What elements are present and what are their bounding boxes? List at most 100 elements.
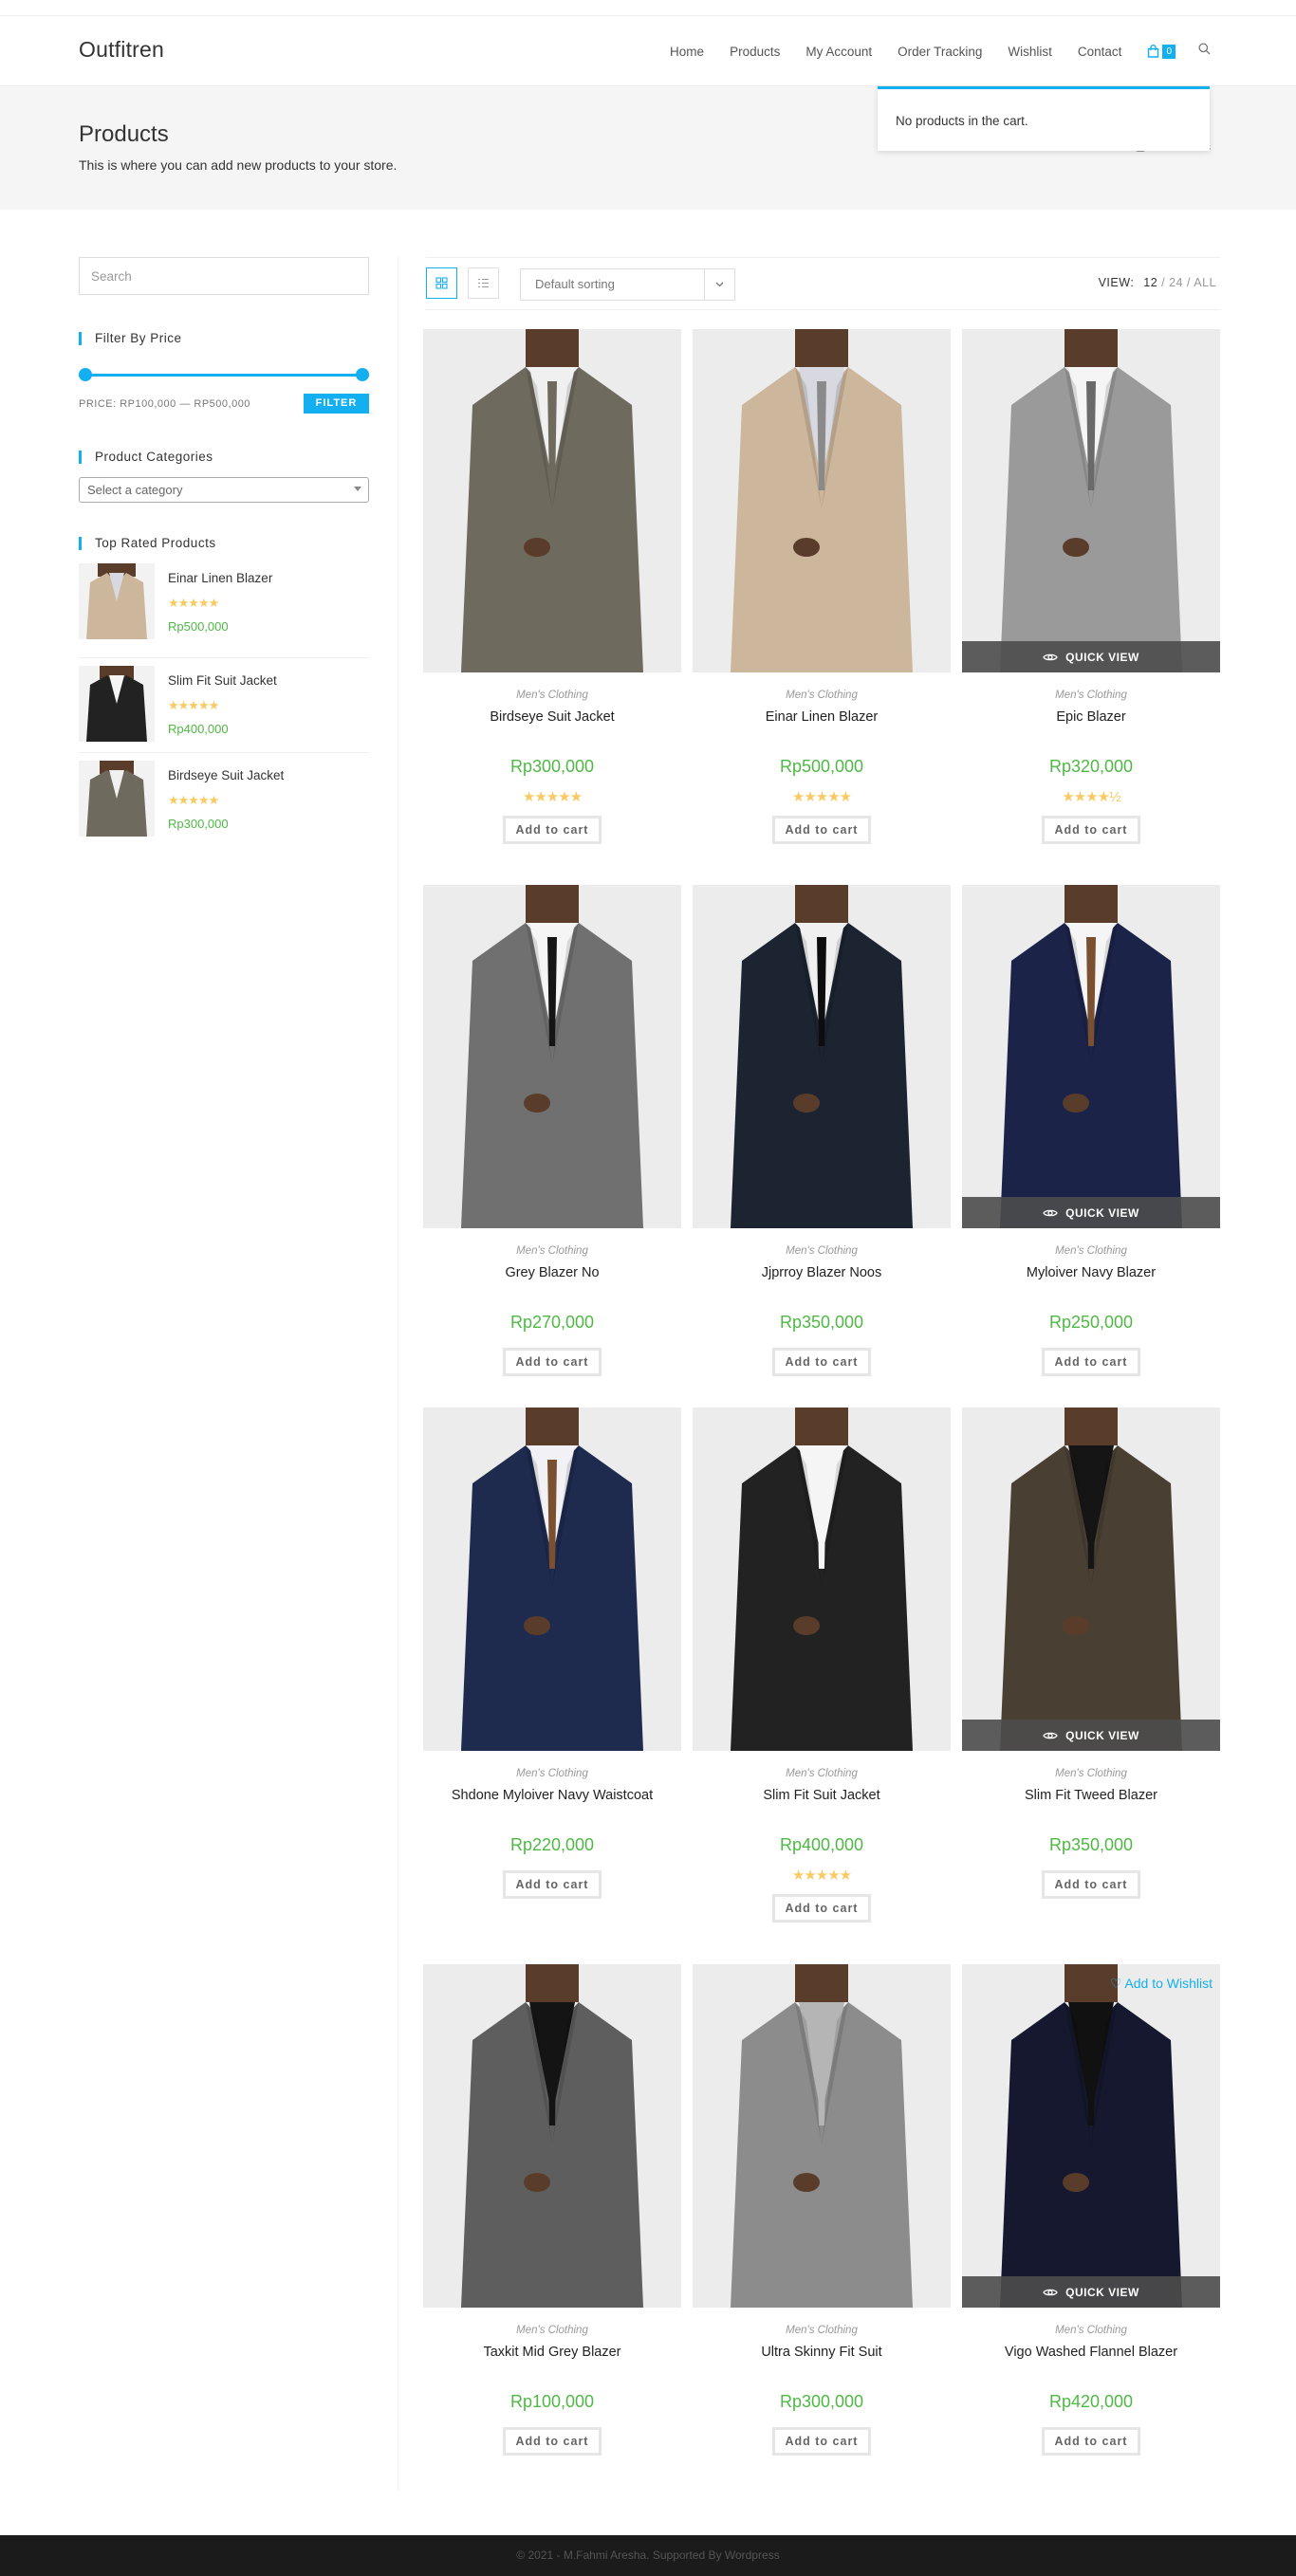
product-card: Men's Clothing Ultra Skinny Fit Suit Rp300… [693,1964,951,2456]
price-slider-max-handle[interactable] [356,368,369,381]
product-name[interactable]: Ultra Skinny Fit Suit [693,2345,951,2362]
product-name[interactable]: Myloiver Navy Blazer [962,1265,1220,1282]
top-rated-thumbnail[interactable] [79,761,155,837]
product-image[interactable] [693,1964,951,2308]
site-logo[interactable]: Outfitren [79,37,164,63]
product-card: QUICK VIEW ♡ Add to Wishlist Men's Clothing… [962,1964,1220,2456]
product-image[interactable]: QUICK VIEW [962,885,1220,1228]
product-image[interactable] [693,329,951,672]
nav-products[interactable]: Products [730,45,780,59]
product-category[interactable]: Men's Clothing [962,690,1220,701]
add-to-cart-button[interactable]: Add to cart [772,1894,871,1923]
top-rated-name[interactable]: Birdseye Suit Jacket [168,768,284,782]
top-rated-name[interactable]: Einar Linen Blazer [168,571,272,585]
top-rated-title: Top Rated Products [79,537,369,550]
product-name[interactable]: Taxkit Mid Grey Blazer [423,2345,681,2362]
view-all[interactable]: ALL [1194,276,1216,289]
nav-order-tracking[interactable]: Order Tracking [898,45,982,59]
product-photo [693,885,951,1228]
product-name[interactable]: Shdone Myloiver Navy Waistcoat [423,1788,681,1805]
add-to-cart-button[interactable]: Add to cart [503,816,602,844]
product-category[interactable]: Men's Clothing [962,2325,1220,2336]
filter-button[interactable]: FILTER [304,394,369,414]
star-rating: ★★★★★ [791,1868,852,1884]
product-image[interactable] [693,1408,951,1751]
top-rated-item[interactable]: Einar Linen Blazer ★★★★★ Rp500,000 [79,563,369,658]
nav-home[interactable]: Home [670,45,704,59]
product-name[interactable]: Slim Fit Tweed Blazer [962,1788,1220,1805]
add-to-cart-button[interactable]: Add to cart [503,2427,602,2456]
product-search-input[interactable] [79,257,369,295]
chevron-down-icon [715,282,724,287]
category-select[interactable]: Select a category [79,477,369,503]
view-24[interactable]: 24 [1169,276,1183,289]
header-search-button[interactable] [1198,43,1211,60]
product-name[interactable]: Grey Blazer No [423,1265,681,1282]
add-to-cart-button[interactable]: Add to cart [772,1348,871,1376]
top-rated-name[interactable]: Slim Fit Suit Jacket [168,673,277,688]
eye-icon [1043,2289,1058,2295]
product-image[interactable] [423,1964,681,2308]
add-to-cart-button[interactable]: Add to cart [772,2427,871,2456]
add-to-cart-button[interactable]: Add to cart [772,816,871,844]
product-category[interactable]: Men's Clothing [423,1768,681,1779]
quick-view-button[interactable]: QUICK VIEW [962,641,1220,672]
price-filter-row: PRICE: RP100,000 — RP500,000 FILTER [79,394,369,414]
product-name[interactable]: Vigo Washed Flannel Blazer [962,2345,1220,2362]
price-slider-min-handle[interactable] [79,368,92,381]
star-rating: ★★★★★ [168,596,219,610]
add-to-wishlist-button[interactable]: ♡ Add to Wishlist [1110,1976,1213,1992]
top-rated-item[interactable]: Slim Fit Suit Jacket ★★★★★ Rp400,000 [79,658,369,753]
add-to-cart-button[interactable]: Add to cart [1042,1348,1140,1376]
product-name[interactable]: Einar Linen Blazer [693,709,951,727]
add-to-cart-button[interactable]: Add to cart [1042,816,1140,844]
product-category[interactable]: Men's Clothing [962,1768,1220,1779]
grid-view-button[interactable] [426,267,457,299]
top-bar [0,0,1296,16]
shopping-bag-icon [1148,45,1159,58]
product-category[interactable]: Men's Clothing [693,1768,951,1779]
view-12[interactable]: 12 [1143,276,1157,289]
product-image[interactable] [693,885,951,1228]
cart-link[interactable]: 0 [1147,44,1176,59]
quick-view-button[interactable]: QUICK VIEW [962,2276,1220,2308]
product-photo [693,1964,951,2308]
quick-view-button[interactable]: QUICK VIEW [962,1197,1220,1228]
product-image[interactable] [423,1408,681,1751]
product-name[interactable]: Slim Fit Suit Jacket [693,1788,951,1805]
product-name[interactable]: Birdseye Suit Jacket [423,709,681,727]
nav-contact[interactable]: Contact [1078,45,1122,59]
add-to-cart-button[interactable]: Add to cart [503,1348,602,1376]
add-to-cart-button[interactable]: Add to cart [1042,1870,1140,1899]
product-image[interactable]: QUICK VIEW [962,329,1220,672]
list-view-button[interactable] [468,267,499,299]
product-image[interactable]: QUICK VIEW ♡ Add to Wishlist [962,1964,1220,2308]
quick-view-button[interactable]: QUICK VIEW [962,1720,1220,1751]
product-category[interactable]: Men's Clothing [693,1245,951,1257]
top-rated-thumbnail[interactable] [79,666,155,742]
eye-icon [1043,653,1058,660]
sort-dropdown-arrow[interactable] [704,269,734,300]
nav-wishlist[interactable]: Wishlist [1008,45,1052,59]
product-image[interactable]: QUICK VIEW [962,1408,1220,1751]
product-category[interactable]: Men's Clothing [693,690,951,701]
product-name[interactable]: Jjprroy Blazer Noos [693,1265,951,1282]
product-category[interactable]: Men's Clothing [693,2325,951,2336]
nav-my-account[interactable]: My Account [805,45,872,59]
add-to-cart-button[interactable]: Add to cart [503,1870,602,1899]
product-category[interactable]: Men's Clothing [423,690,681,701]
product-category[interactable]: Men's Clothing [423,2325,681,2336]
product-image[interactable] [423,885,681,1228]
product-category[interactable]: Men's Clothing [962,1245,1220,1257]
product-category[interactable]: Men's Clothing [423,1245,681,1257]
product-price: Rp250,000 [1048,1313,1134,1332]
product-card: Men's Clothing Taxkit Mid Grey Blazer Rp10… [423,1964,681,2456]
price-range-slider[interactable] [79,368,369,381]
product-image[interactable] [423,329,681,672]
top-rated-item[interactable]: Birdseye Suit Jacket ★★★★★ Rp300,000 [79,753,369,848]
add-to-cart-button[interactable]: Add to cart [1042,2427,1140,2456]
product-name[interactable]: Epic Blazer [962,709,1220,727]
sort-select[interactable]: Default sorting [520,268,735,301]
top-rated-thumbnail[interactable] [79,563,155,639]
product-price: Rp100,000 [509,2392,595,2411]
